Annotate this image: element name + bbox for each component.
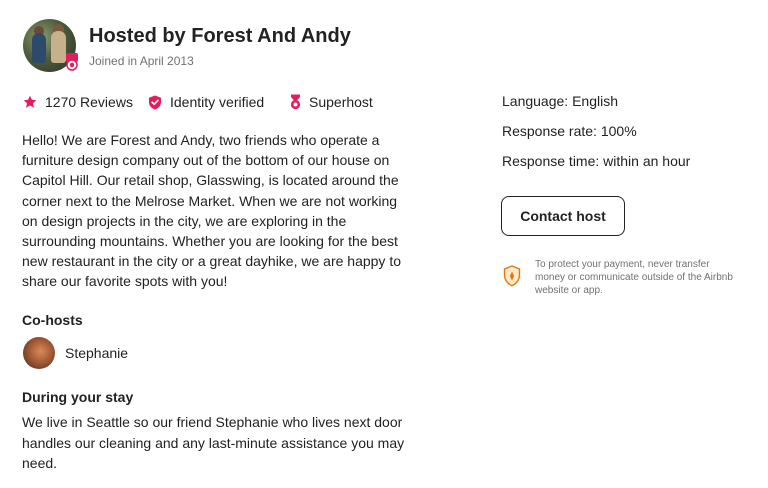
host-title: Hosted by Forest And Andy <box>89 25 351 47</box>
identity-label: Identity verified <box>170 94 265 110</box>
superhost-label: Superhost <box>309 94 373 110</box>
host-description: Hello! We are Forest and Andy, two frien… <box>22 132 401 290</box>
payment-protection-note: To protect your payment, never transfer … <box>535 259 733 296</box>
response-rate-detail: Response rate: 100% <box>502 123 637 139</box>
verified-shield-icon <box>149 95 161 109</box>
cohosts-heading: Co-hosts <box>22 312 83 328</box>
cohost-name[interactable]: Stephanie <box>65 345 128 361</box>
contact-host-button[interactable]: Contact host <box>501 196 625 236</box>
payment-shield-icon <box>503 265 521 287</box>
superhost-stat: Superhost <box>290 93 373 111</box>
reviews-stat[interactable]: 1270 Reviews <box>23 93 133 111</box>
stay-heading: During your stay <box>22 389 134 405</box>
stay-description: We live in Seattle so our friend Stephan… <box>22 414 405 471</box>
star-icon <box>23 95 37 108</box>
identity-stat: Identity verified <box>148 93 264 111</box>
superhost-medal-icon <box>290 94 301 110</box>
reviews-label: 1270 Reviews <box>45 94 133 110</box>
cohost-avatar[interactable] <box>23 337 55 369</box>
superhost-badge-icon <box>66 53 78 71</box>
language-detail: Language: English <box>502 93 618 109</box>
response-time-detail: Response time: within an hour <box>502 153 691 169</box>
joined-date: Joined in April 2013 <box>89 54 194 68</box>
